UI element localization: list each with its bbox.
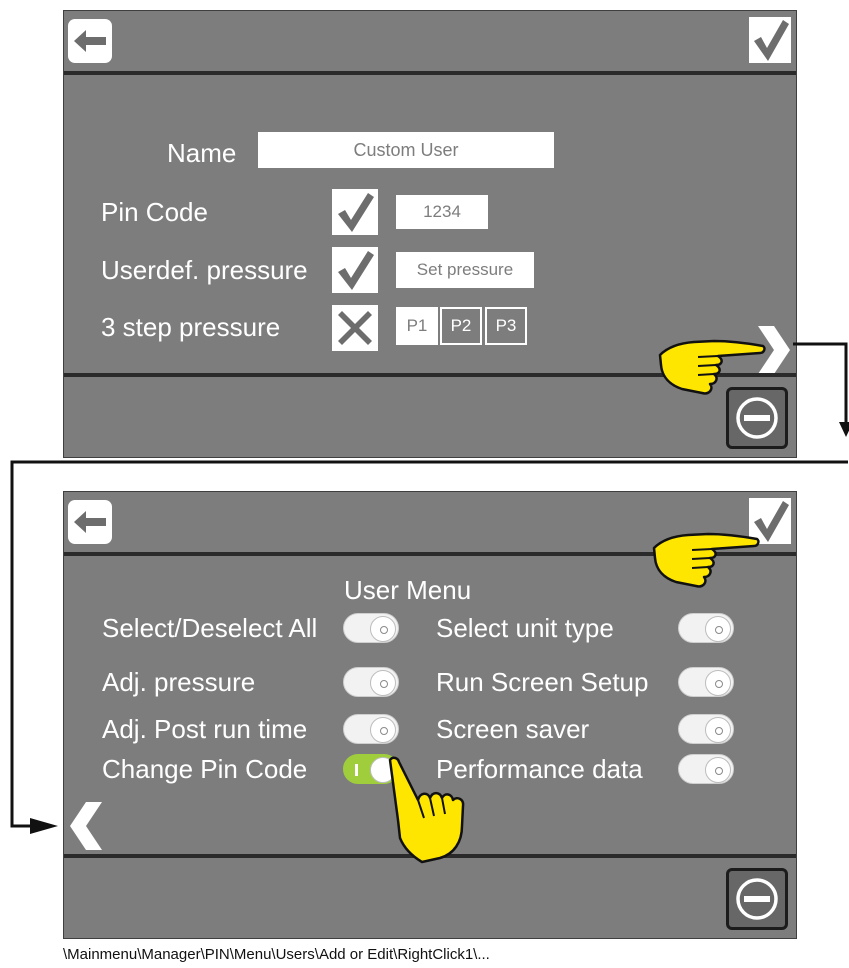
screen-saver-toggle[interactable]	[678, 714, 734, 744]
user-menu-title: User Menu	[344, 575, 472, 605]
back-arrow-icon	[74, 511, 106, 533]
select-deselect-all-toggle[interactable]	[343, 613, 399, 643]
chevron-left-icon	[70, 802, 102, 850]
option-label: Change Pin Code	[102, 754, 308, 784]
minus-circle-icon	[736, 878, 778, 920]
select-unit-type-toggle[interactable]	[678, 613, 734, 643]
option-label: Select/Deselect All	[102, 613, 318, 643]
breadcrumb-path: \Mainmenu\Manager\PIN\Menu\Users\Add or …	[63, 946, 490, 963]
option-label: Screen saver	[436, 714, 590, 744]
adj-pressure-toggle[interactable]	[343, 667, 399, 697]
back-button[interactable]	[68, 500, 112, 544]
pointing-hand-icon	[652, 522, 762, 612]
option-label: Adj. pressure	[102, 667, 256, 697]
option-label: Adj. Post run time	[102, 714, 308, 744]
option-label: Select unit type	[436, 613, 614, 643]
user-menu-screen: User Menu Select/Deselect All Adj. press…	[63, 491, 797, 939]
previous-page-button[interactable]	[68, 802, 106, 850]
exit-button[interactable]	[726, 868, 788, 930]
pointing-hand-icon	[382, 756, 472, 868]
performance-data-toggle[interactable]	[678, 754, 734, 784]
option-label: Run Screen Setup	[436, 667, 649, 697]
adj-post-run-time-toggle[interactable]	[343, 714, 399, 744]
run-screen-setup-toggle[interactable]	[678, 667, 734, 697]
